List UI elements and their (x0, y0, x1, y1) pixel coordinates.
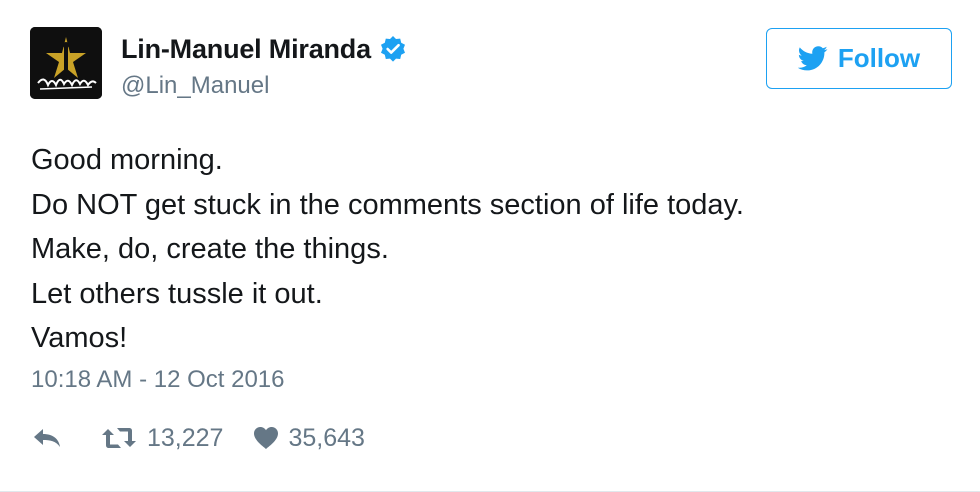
tweet-text-line: Vamos! (31, 322, 128, 354)
tweet-timestamp[interactable]: 10:18 AM - 12 Oct 2016 (31, 366, 285, 394)
tweet-actions: 13,227 35,643 (31, 420, 365, 456)
verified-badge-icon (379, 35, 407, 63)
like-button[interactable]: 35,643 (253, 423, 365, 453)
retweet-count: 13,227 (147, 423, 224, 452)
tweet-text-line: Let others tussle it out. (31, 277, 323, 310)
tweet-text-line: Good morning. (31, 144, 223, 176)
follow-button-label: Follow (837, 43, 921, 73)
hamilton-logo-icon (30, 27, 102, 99)
tweet-text: Good morning. Do NOT get stuck in the co… (31, 138, 744, 361)
reply-icon (31, 426, 63, 450)
reply-button[interactable] (31, 426, 63, 450)
tweet-text-line: Make, do, create the things. (31, 233, 389, 265)
twitter-bird-icon (797, 45, 828, 72)
retweet-icon (101, 425, 147, 451)
tweet-text-line: Do NOT get stuck in the comments section… (31, 188, 744, 221)
heart-icon (253, 426, 288, 450)
author-handle[interactable]: @Lin_Manuel (121, 72, 407, 100)
author-name-row: Lin-Manuel Miranda (121, 30, 407, 68)
avatar[interactable] (30, 27, 102, 99)
follow-button[interactable]: Follow (766, 28, 952, 89)
tweet-card: Lin-Manuel Miranda @Lin_Manuel Follow Go… (0, 0, 980, 492)
tweet-author: Lin-Manuel Miranda @Lin_Manuel (121, 30, 407, 100)
retweet-button[interactable]: 13,227 (101, 424, 223, 453)
author-name[interactable]: Lin-Manuel Miranda (121, 34, 371, 65)
like-count: 35,643 (288, 423, 365, 452)
